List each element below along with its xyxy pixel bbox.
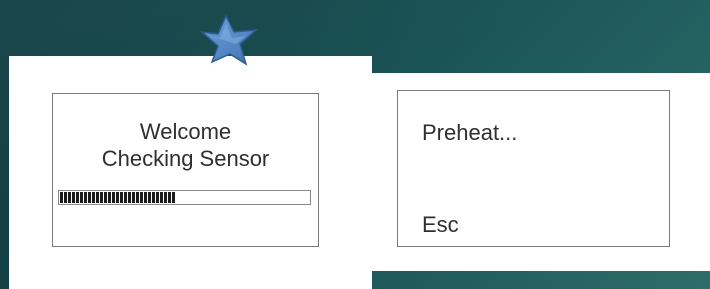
preheat-screen: Preheat... Esc <box>397 90 670 247</box>
sensor-check-progress-bar <box>58 190 311 205</box>
esc-button[interactable]: Esc <box>422 212 459 238</box>
preheat-status-text: Preheat... <box>422 120 518 145</box>
welcome-screen: Welcome Checking Sensor <box>52 93 319 247</box>
pushpin-icon <box>199 14 259 66</box>
progress-fill <box>60 192 175 203</box>
welcome-text: Welcome <box>139 119 232 144</box>
checking-sensor-text: Checking Sensor <box>101 146 270 171</box>
